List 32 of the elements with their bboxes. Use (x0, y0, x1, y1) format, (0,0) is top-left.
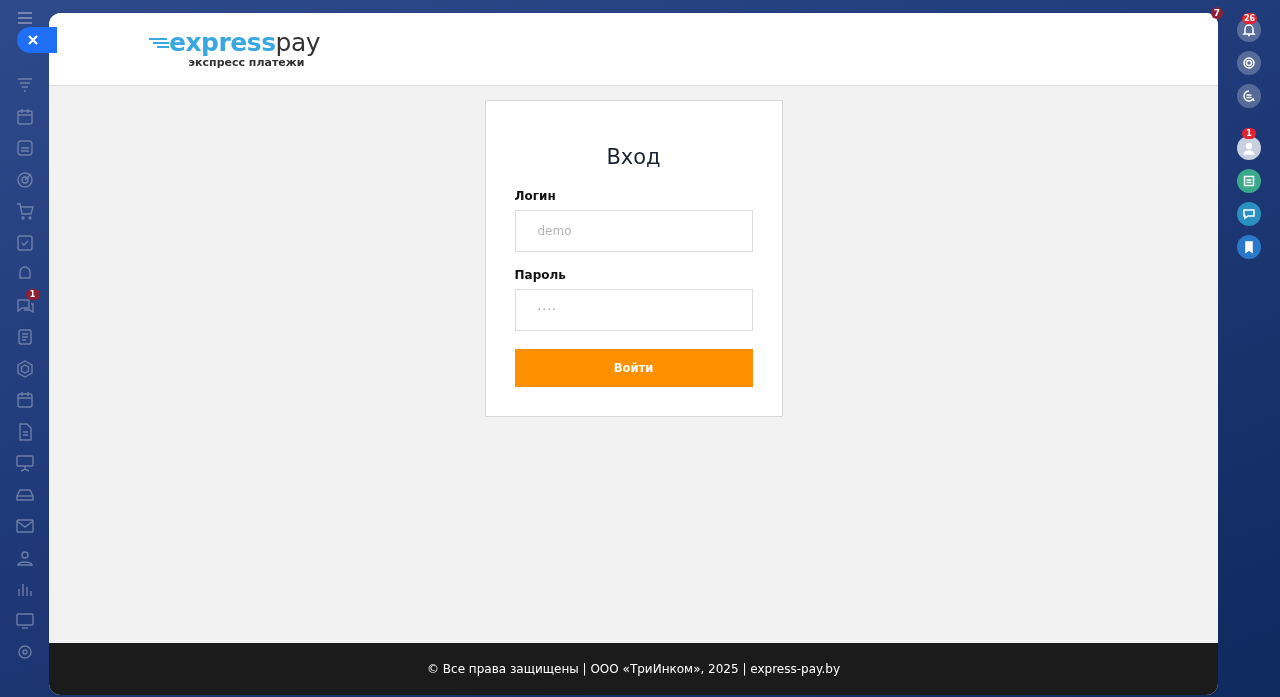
password-field[interactable]: ···· (514, 289, 753, 331)
notification-badge: 1 (25, 288, 40, 300)
notification-badge: 7 (1211, 7, 1223, 19)
presentation-icon[interactable] (14, 453, 35, 473)
notification-badge: 26 (1242, 13, 1258, 24)
field-label: Логин (514, 189, 557, 203)
logo[interactable]: expresspay экспресс платежи (149, 29, 320, 69)
hexagon-icon[interactable] (14, 358, 35, 379)
close-button[interactable] (17, 27, 57, 53)
messages-button[interactable] (1237, 202, 1261, 226)
avatar[interactable] (1237, 136, 1261, 160)
target-icon[interactable] (14, 169, 35, 190)
calendar-icon[interactable] (14, 106, 35, 127)
field-label: Пароль (514, 268, 567, 282)
close-icon (27, 34, 39, 46)
copyright-text: © Все права защищены | ООО «ТриИнком», 2025 | express-pay.by (427, 662, 840, 676)
bookmark-icon (1242, 240, 1256, 254)
bookmark-button[interactable] (1237, 235, 1261, 259)
message-icon (1242, 207, 1256, 221)
notification-badge: 1 (1242, 128, 1256, 139)
monitor-icon[interactable] (14, 610, 35, 631)
calendar-icon[interactable] (14, 390, 35, 410)
person-icon (1242, 141, 1256, 155)
bell-icon (1242, 23, 1256, 37)
mail-icon[interactable] (14, 516, 35, 536)
login-field[interactable]: demo (514, 210, 753, 252)
checkbox-icon[interactable] (14, 232, 35, 253)
login-title: Вход (606, 145, 661, 169)
cart-icon[interactable] (14, 201, 35, 221)
newspaper-icon (1242, 174, 1256, 188)
menu-icon[interactable] (17, 12, 32, 24)
news-button[interactable] (1237, 169, 1261, 193)
